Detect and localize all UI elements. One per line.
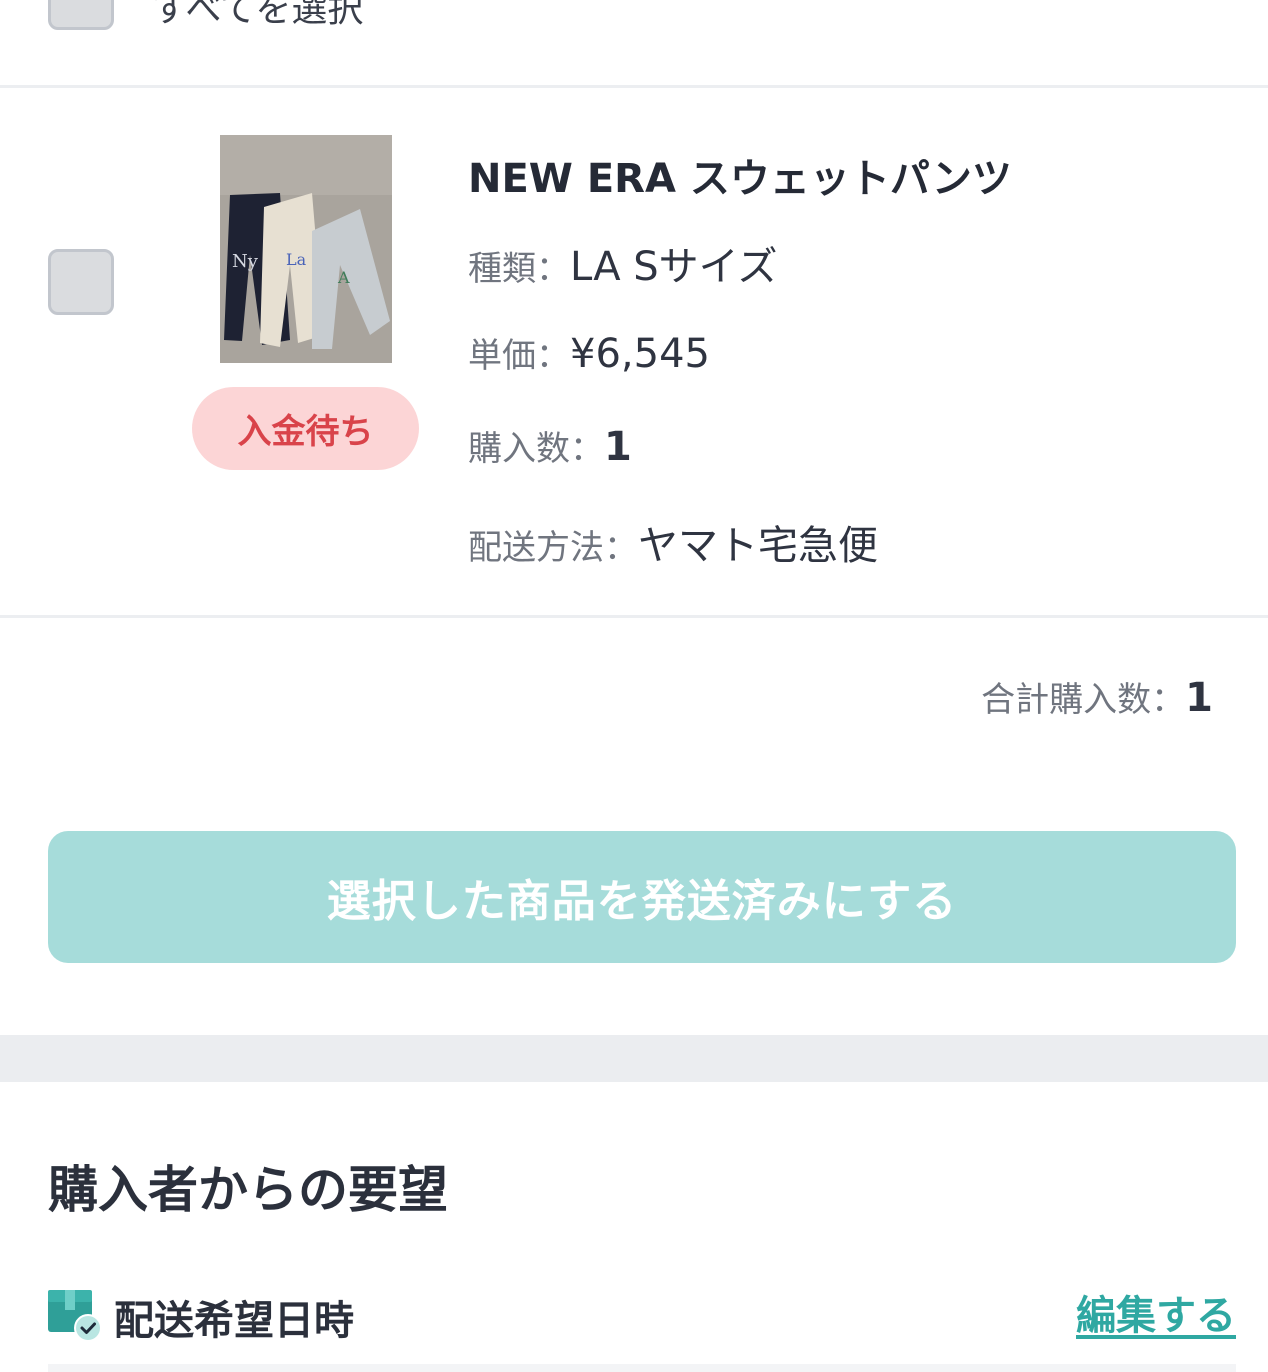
detail-value: ヤマト宅急便 (638, 523, 878, 569)
detail-variant: 種類： LA Sサイズ (468, 234, 777, 292)
delivery-info-box (48, 1364, 1236, 1372)
edit-delivery-link[interactable]: 編集する (1076, 1283, 1236, 1341)
detail-quantity: 購入数： 1 (468, 421, 632, 470)
mark-shipped-button[interactable]: 選択した商品を発送済みにする (48, 831, 1236, 963)
detail-label: 購入数： (468, 429, 604, 469)
delivery-box-icon (48, 1288, 104, 1342)
detail-value: ¥6,545 (570, 331, 710, 377)
detail-value: 1 (604, 424, 632, 470)
total-quantity: 合計購入数： 1 (981, 672, 1213, 721)
select-all-row: すべてを選択 (0, 0, 1268, 88)
product-title: NEW ERA スウェットパンツ (468, 156, 1012, 202)
section-divider (0, 1035, 1268, 1082)
svg-text:A: A (337, 268, 350, 287)
detail-value: LA Sサイズ (570, 244, 778, 290)
product-image[interactable]: Ny La A (220, 135, 392, 363)
detail-shipping-method: 配送方法： ヤマト宅急便 (468, 513, 878, 571)
svg-text:Ny: Ny (232, 251, 259, 272)
total-quantity-label: 合計購入数： (981, 680, 1186, 720)
item-checkbox[interactable] (48, 249, 114, 315)
select-all-checkbox[interactable] (48, 0, 114, 30)
svg-text:La: La (286, 250, 307, 269)
detail-label: 種類： (468, 249, 570, 289)
buyer-requests-heading: 購入者からの要望 (48, 1161, 448, 1219)
total-quantity-value: 1 (1185, 675, 1213, 721)
status-badge: 入金待ち (192, 387, 419, 470)
detail-label: 配送方法： (468, 528, 638, 568)
detail-unit-price: 単価： ¥6,545 (468, 328, 710, 377)
delivery-date-label: 配送希望日時 (114, 1298, 354, 1344)
detail-label: 単価： (468, 336, 570, 376)
select-all-label: すべてを選択 (152, 0, 364, 30)
order-item-row: Ny La A 入金待ち NEW ERA スウェットパンツ 種類： LA Sサイ… (0, 88, 1268, 618)
